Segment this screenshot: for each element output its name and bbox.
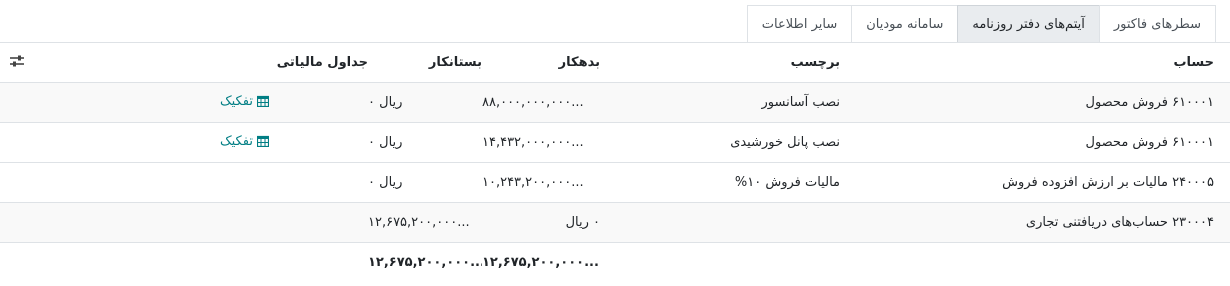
- cell-tax-grids[interactable]: [220, 203, 368, 243]
- split-button[interactable]: تفکیک: [220, 133, 270, 149]
- cell-spacer: [70, 163, 220, 203]
- cell-spacer: [0, 243, 70, 283]
- cell-tax-grids[interactable]: [220, 163, 368, 203]
- table-row[interactable]: ۶۱۰۰۰۱ فروش محصول نصب پانل خورشیدی ۱۴,۴۳…: [0, 122, 1230, 163]
- cell-account[interactable]: ۶۱۰۰۰۱ فروش محصول: [840, 83, 1230, 123]
- cell-spacer: [0, 203, 70, 243]
- cell-spacer: [220, 243, 368, 283]
- split-label: تفکیک: [220, 93, 253, 109]
- cell-debit[interactable]: ۱۴,۴۳۲,۰۰۰,۰۰۰...: [482, 123, 600, 163]
- cell-spacer: [0, 163, 70, 203]
- cell-spacer: [600, 243, 840, 283]
- table-row[interactable]: ۶۱۰۰۰۱ فروش محصول نصب آسانسور ۸۸,۰۰۰,۰۰۰…: [0, 82, 1230, 123]
- journal-items-table: حساب برچسب بدهکار بستانکار جداول مالیاتی…: [0, 43, 1230, 282]
- table-row[interactable]: ۲۴۰۰۰۵ مالیات بر ارزش افزوده فروش مالیات…: [0, 162, 1230, 203]
- cell-label[interactable]: نصب پانل خورشیدی: [600, 123, 840, 163]
- table-row[interactable]: ۲۳۰۰۰۴ حساب‌های دریافتنی تجاری ۰ ریال ۱۲…: [0, 202, 1230, 243]
- cell-label[interactable]: مالیات فروش ۱۰%: [600, 163, 840, 203]
- calendar-icon: [256, 95, 270, 108]
- cell-account[interactable]: ۲۳۰۰۰۴ حساب‌های دریافتنی تجاری: [840, 203, 1230, 243]
- table-header-row: حساب برچسب بدهکار بستانکار جداول مالیاتی: [0, 43, 1230, 83]
- cell-spacer: [70, 123, 220, 163]
- cell-debit[interactable]: ۸۸,۰۰۰,۰۰۰,۰۰۰...: [482, 83, 600, 123]
- optional-columns-toggle[interactable]: [0, 43, 70, 83]
- cell-spacer: [70, 203, 220, 243]
- cell-credit[interactable]: ۰ ریال: [368, 123, 482, 163]
- calendar-icon: [256, 135, 270, 148]
- cell-label[interactable]: [600, 203, 840, 243]
- cell-account[interactable]: ۶۱۰۰۰۱ فروش محصول: [840, 123, 1230, 163]
- cell-credit[interactable]: ۰ ریال: [368, 83, 482, 123]
- column-header-tax-grids[interactable]: جداول مالیاتی: [220, 43, 368, 83]
- column-header-account[interactable]: حساب: [840, 43, 1230, 83]
- cell-spacer: [70, 243, 220, 283]
- cell-debit[interactable]: ۰ ریال: [482, 203, 600, 243]
- total-credit: ۱۲,۶۷۵,۲۰۰,۰۰۰...: [368, 255, 482, 270]
- cell-spacer: [70, 83, 220, 123]
- notebook-tabs: سطرهای فاکتور آیتم‌های دفتر روزنامه ساما…: [746, 5, 1216, 43]
- tab-journal-items[interactable]: آیتم‌های دفتر روزنامه: [957, 5, 1100, 42]
- tab-other-info[interactable]: سایر اطلاعات: [746, 5, 853, 42]
- column-header-credit[interactable]: بستانکار: [368, 43, 482, 83]
- tab-moadian-system[interactable]: سامانه مودیان: [851, 5, 959, 42]
- cell-label[interactable]: نصب آسانسور: [600, 83, 840, 123]
- sliders-icon[interactable]: [10, 55, 24, 67]
- cell-credit[interactable]: ۰ ریال: [368, 163, 482, 203]
- cell-spacer: [0, 83, 70, 123]
- cell-spacer: [840, 243, 1230, 283]
- cell-debit[interactable]: ۱۰,۲۴۳,۲۰۰,۰۰۰...: [482, 163, 600, 203]
- split-button[interactable]: تفکیک: [220, 93, 270, 109]
- cell-spacer: [0, 123, 70, 163]
- cell-tax-grids[interactable]: تفکیک: [220, 123, 368, 163]
- cell-tax-grids[interactable]: تفکیک: [220, 83, 368, 123]
- total-debit: ۱۲,۶۷۵,۲۰۰,۰۰۰...: [482, 255, 599, 270]
- split-label: تفکیک: [220, 133, 253, 149]
- totals-row: ۱۲,۶۷۵,۲۰۰,۰۰۰... ۱۲,۶۷۵,۲۰۰,۰۰۰...: [0, 242, 1230, 283]
- cell-credit[interactable]: ۱۲,۶۷۵,۲۰۰,۰۰۰...: [368, 203, 482, 243]
- column-header-debit[interactable]: بدهکار: [482, 43, 600, 83]
- column-header-spacer: [70, 43, 220, 83]
- column-header-label[interactable]: برچسب: [600, 43, 840, 83]
- cell-account[interactable]: ۲۴۰۰۰۵ مالیات بر ارزش افزوده فروش: [840, 163, 1230, 203]
- tab-invoice-lines[interactable]: سطرهای فاکتور: [1098, 5, 1216, 42]
